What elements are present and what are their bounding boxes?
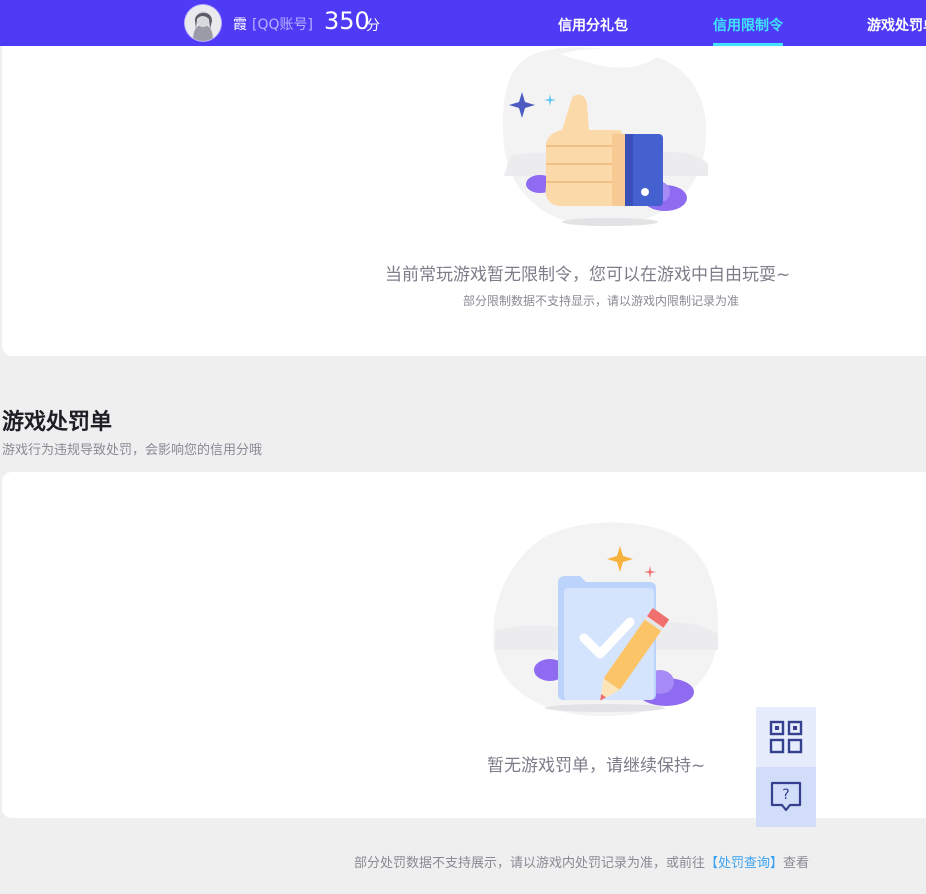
account-type-label: [QQ账号]	[252, 17, 313, 33]
avatar[interactable]	[185, 5, 221, 41]
nav-tab-game-penalty[interactable]: 游戏处罚单	[867, 15, 926, 35]
footer-text: 部分处罚数据不支持展示，请以游戏内处罚记录为准，或前往	[354, 856, 706, 871]
section-title: 游戏处罚单	[2, 410, 113, 435]
user-name: 霞	[233, 17, 247, 33]
section-subtitle: 游戏行为违规导致处罚，会影响您的信用分哦	[2, 443, 263, 458]
credit-score: 350	[324, 7, 370, 35]
penalty-empty-title: 暂无游戏罚单，请继续保持~	[487, 756, 706, 776]
restriction-card: 当前常玩游戏暂无限制令，您可以在游戏中自由玩耍~ 部分限制数据不支持显示，请以游…	[2, 46, 926, 356]
restriction-empty-subtitle: 部分限制数据不支持显示，请以游戏内限制记录为准	[463, 294, 740, 308]
top-bar: 霞 [QQ账号] 350 分 信用分礼包 信用限制令 游戏处罚单	[0, 0, 926, 46]
clipboard-pencil-icon	[493, 522, 718, 717]
nav-tab-credit-restriction[interactable]: 信用限制令	[713, 15, 783, 35]
restriction-empty-title: 当前常玩游戏暂无限制令，您可以在游戏中自由玩耍~	[385, 265, 791, 285]
penalty-query-link[interactable]: 【处罚查询】	[705, 856, 783, 871]
footer-text-after: 查看	[783, 856, 810, 871]
help-chat-icon: ?	[770, 781, 802, 812]
nav-tab-credit-gift[interactable]: 信用分礼包	[558, 15, 628, 35]
footer-note: 部分处罚数据不支持展示，请以游戏内处罚记录为准，或前往【处罚查询】查看	[354, 852, 809, 871]
qr-code-button[interactable]	[756, 707, 816, 767]
thumbs-up-icon	[502, 47, 708, 227]
help-button[interactable]: ?	[756, 767, 816, 827]
qr-code-icon	[769, 720, 803, 754]
svg-text:?: ?	[782, 787, 789, 803]
credit-score-unit: 分	[366, 18, 380, 34]
